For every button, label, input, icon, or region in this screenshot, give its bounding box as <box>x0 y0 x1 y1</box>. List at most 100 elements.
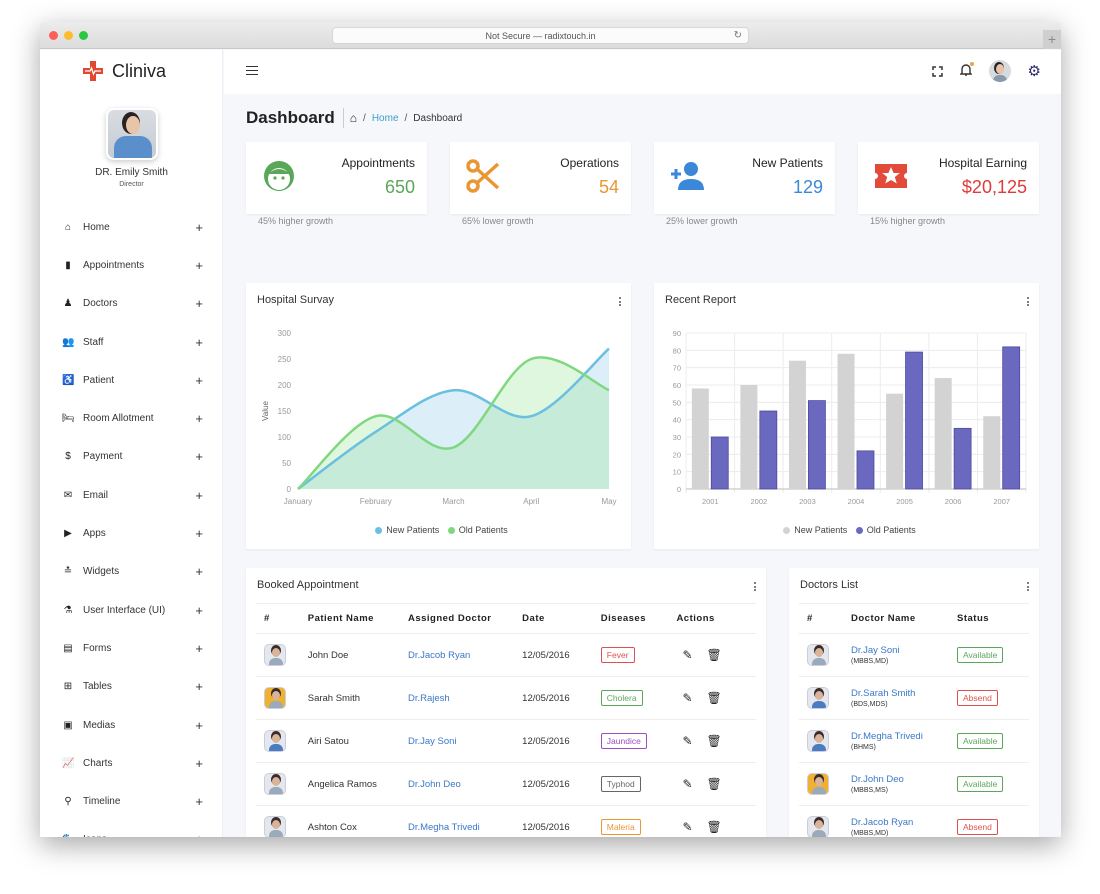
sidebar-item-medias[interactable]: ▣ Medias + <box>40 706 223 744</box>
expand-plus-icon[interactable]: + <box>195 718 203 733</box>
column-header[interactable]: Assigned Doctor <box>407 603 523 634</box>
column-header[interactable]: # <box>256 603 308 634</box>
delete-icon[interactable]: 🗑 <box>707 820 722 834</box>
new-tab-button[interactable]: + <box>1043 30 1061 49</box>
expand-plus-icon[interactable]: + <box>195 411 203 426</box>
expand-plus-icon[interactable]: + <box>195 296 203 311</box>
column-header[interactable]: Patient Name <box>307 603 408 634</box>
more-options-icon[interactable] <box>752 582 758 593</box>
expand-plus-icon[interactable]: + <box>195 335 203 350</box>
x-tick-label: January <box>284 497 312 506</box>
column-header[interactable]: # <box>799 603 851 634</box>
x-tick-label: 2001 <box>702 497 719 506</box>
column-header[interactable]: Doctor Name <box>851 603 957 634</box>
doctor-name-link[interactable]: Dr.Megha Trivedi <box>851 731 923 742</box>
doctor-link[interactable]: Dr.Jacob Ryan <box>408 650 470 661</box>
expand-plus-icon[interactable]: + <box>195 564 203 579</box>
doctor-link[interactable]: Dr.Rajesh <box>408 693 450 704</box>
patient-avatar <box>264 687 286 709</box>
column-header[interactable]: Diseases <box>600 603 677 634</box>
expand-plus-icon[interactable]: + <box>195 603 203 618</box>
sidebar-item-label: Apps <box>83 528 106 540</box>
legend-label[interactable]: Old Patients <box>459 525 508 535</box>
doctor-name-link[interactable]: Dr.John Deo <box>851 774 904 785</box>
sidebar-item-timeline[interactable]: ⚲ Timeline + <box>40 782 223 820</box>
sidebar-item-charts[interactable]: 📈 Charts + <box>40 744 223 782</box>
delete-icon[interactable]: 🗑 <box>707 734 722 748</box>
sidebar-item-tables[interactable]: ⊞ Tables + <box>40 668 223 706</box>
table-row: Angelica Ramos Dr.John Deo 12/05/2016 Ty… <box>256 762 756 806</box>
menu-toggle-icon[interactable] <box>246 66 258 75</box>
expand-plus-icon[interactable]: + <box>195 679 203 694</box>
edit-icon[interactable]: ✎ <box>682 777 692 791</box>
patient-name: Angelica Ramos <box>307 762 408 806</box>
breadcrumb-home-icon[interactable]: ⌂ <box>350 111 357 125</box>
expand-plus-icon[interactable]: + <box>195 258 203 273</box>
legend-label[interactable]: New Patients <box>386 525 439 535</box>
doctor-link[interactable]: Dr.Megha Trivedi <box>408 822 480 833</box>
more-options-icon[interactable] <box>1025 582 1031 593</box>
stat-value: $20,125 <box>961 177 1027 197</box>
address-bar[interactable]: Not Secure — radixtouch.in ↻ <box>332 27 749 44</box>
profile-avatar[interactable] <box>105 108 158 160</box>
user-avatar[interactable] <box>988 60 1011 82</box>
sidebar-item-forms[interactable]: ▤ Forms + <box>40 629 223 667</box>
expand-plus-icon[interactable]: + <box>195 756 203 771</box>
delete-icon[interactable]: 🗑 <box>707 691 722 705</box>
expand-plus-icon[interactable]: + <box>195 373 203 388</box>
expand-plus-icon[interactable]: + <box>195 449 203 464</box>
doctor-name-link[interactable]: Dr.Jacob Ryan <box>851 817 913 828</box>
legend-marker-old-patients <box>855 527 863 534</box>
column-header[interactable]: Date <box>522 603 601 634</box>
expand-plus-icon[interactable]: + <box>195 526 203 541</box>
settings-gear-icon[interactable]: ⚙ <box>1028 62 1041 80</box>
sidebar-item-apps[interactable]: ▶ Apps + <box>40 514 223 552</box>
sidebar-item-email[interactable]: ✉ Email + <box>40 476 223 514</box>
expand-plus-icon[interactable]: + <box>195 641 203 656</box>
sidebar-item-patient[interactable]: ♿ Patient + <box>40 361 223 399</box>
patient-avatar <box>264 730 286 752</box>
delete-icon[interactable]: 🗑 <box>707 777 722 791</box>
edit-icon[interactable]: ✎ <box>682 648 692 662</box>
minimize-window-button[interactable] <box>64 31 73 40</box>
delete-icon[interactable]: 🗑 <box>707 648 722 662</box>
sidebar-item-label: Widgets <box>83 566 120 578</box>
notifications-button[interactable] <box>958 61 974 80</box>
sidebar-item-icons[interactable]: 🐾 Icons + <box>40 821 223 837</box>
sidebar-item-appointments[interactable]: ▮ Appointments + <box>40 246 223 284</box>
doctor-link[interactable]: Dr.Jay Soni <box>408 736 457 747</box>
media-icon: ▣ <box>63 719 73 731</box>
expand-plus-icon[interactable]: + <box>195 794 203 809</box>
patient-name: Ashton Cox <box>307 805 408 837</box>
column-header[interactable]: Actions <box>676 603 756 634</box>
x-tick-label: February <box>360 497 392 506</box>
legend-label[interactable]: New Patients <box>794 525 847 535</box>
expand-plus-icon[interactable]: + <box>195 220 203 235</box>
disease-badge: Fever <box>600 647 635 663</box>
sidebar-item-widgets[interactable]: ≛ Widgets + <box>40 553 223 591</box>
fullscreen-icon[interactable] <box>931 65 943 77</box>
sidebar-item-user-interface-ui[interactable]: ⚗ User Interface (UI) + <box>40 591 223 629</box>
expand-plus-icon[interactable]: + <box>195 488 203 503</box>
sidebar-item-doctors[interactable]: ♟ Doctors + <box>40 285 223 323</box>
edit-icon[interactable]: ✎ <box>682 734 692 748</box>
stat-value: 54 <box>598 177 619 197</box>
legend-label[interactable]: Old Patients <box>867 525 916 535</box>
doctor-name-link[interactable]: Dr.Sarah Smith <box>851 688 915 699</box>
breadcrumb-home-link[interactable]: Home <box>372 113 399 124</box>
reload-icon[interactable]: ↻ <box>734 28 742 44</box>
edit-icon[interactable]: ✎ <box>682 691 692 705</box>
expand-plus-icon[interactable]: + <box>195 832 203 837</box>
sidebar-item-staff[interactable]: 👥 Staff + <box>40 323 223 361</box>
doctor-name-link[interactable]: Dr.Jay Soni <box>851 645 900 656</box>
sidebar-item-label: Tables <box>83 681 112 693</box>
maximize-window-button[interactable] <box>79 31 88 40</box>
close-window-button[interactable] <box>49 31 58 40</box>
column-header[interactable]: Status <box>957 603 1029 634</box>
sidebar-item-room-allotment[interactable]: 🛏 Room Allotment + <box>40 399 223 437</box>
doctor-link[interactable]: Dr.John Deo <box>408 779 461 790</box>
app-logo[interactable]: Cliniva <box>82 60 166 82</box>
edit-icon[interactable]: ✎ <box>682 820 692 834</box>
sidebar-item-home[interactable]: ⌂ Home + <box>40 208 223 246</box>
sidebar-item-payment[interactable]: $ Payment + <box>40 438 223 476</box>
